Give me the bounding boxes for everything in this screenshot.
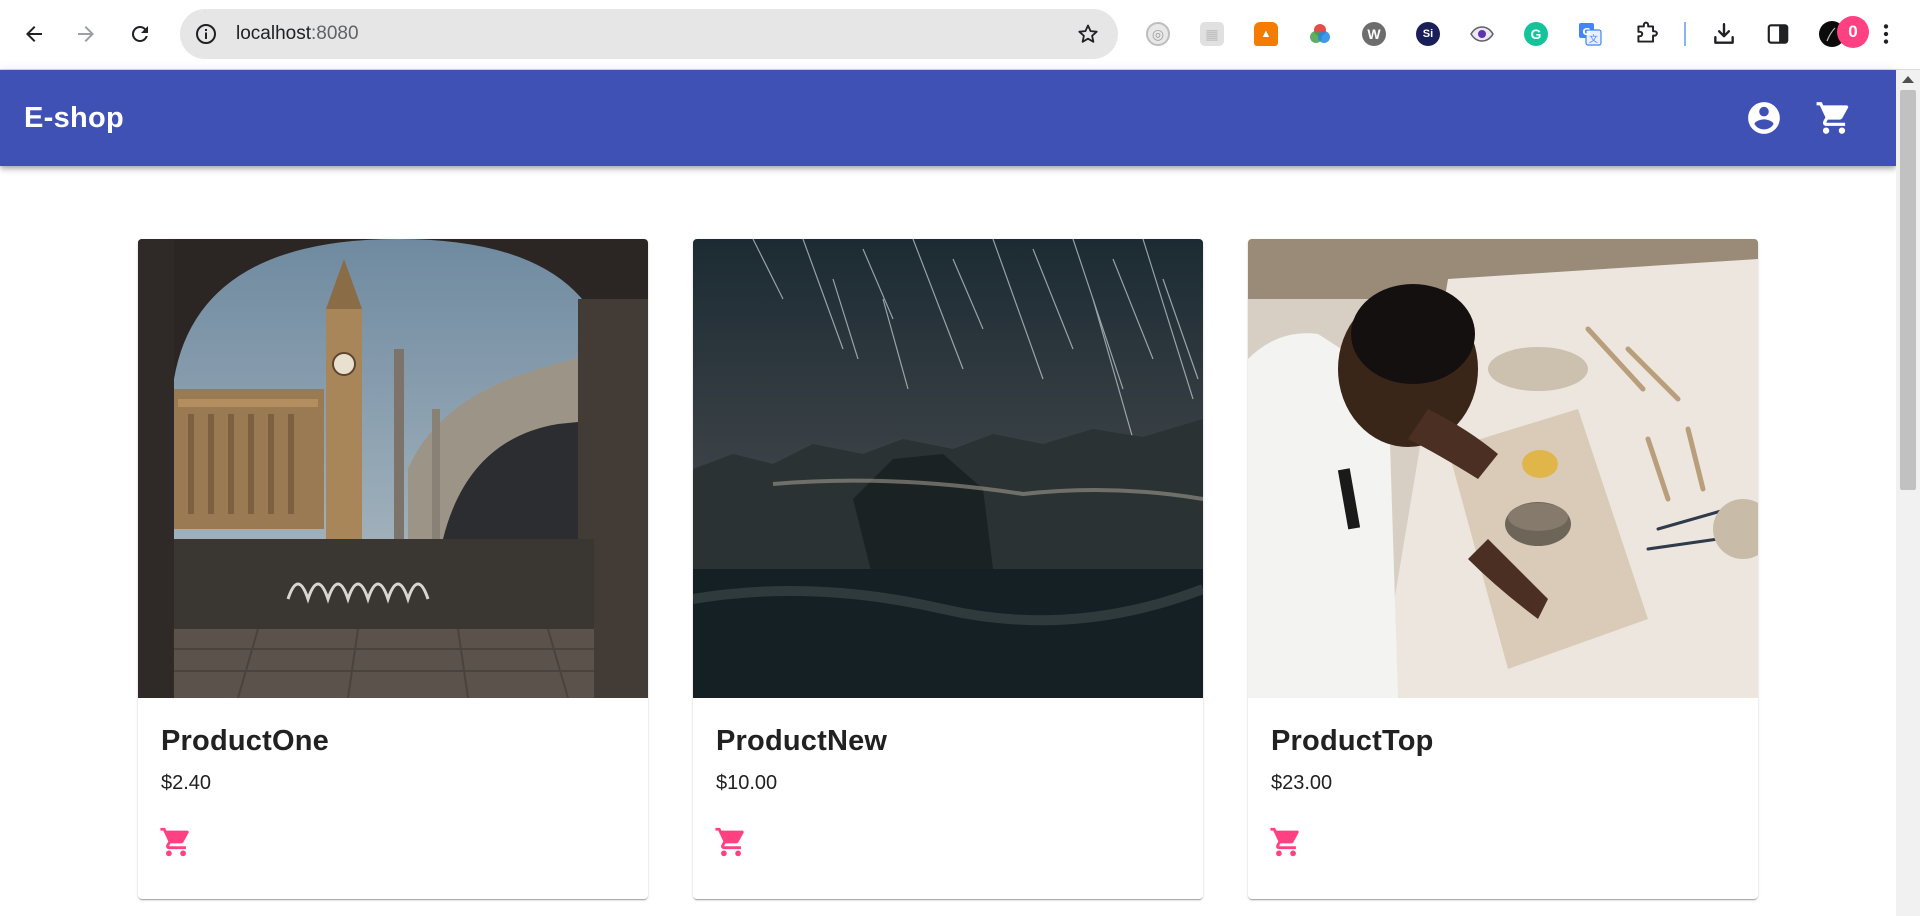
cart-count-badge: 0 <box>1837 16 1869 48</box>
address-bar[interactable]: localhost:8080 <box>180 9 1118 59</box>
download-icon[interactable] <box>1710 20 1738 48</box>
product-image[interactable] <box>1248 239 1758 698</box>
account-button[interactable] <box>1740 94 1788 142</box>
translate-extension-icon[interactable]: G文 <box>1576 20 1604 48</box>
product-name[interactable]: ProductTop <box>1271 725 1434 758</box>
side-panel-icon[interactable] <box>1764 20 1792 48</box>
back-arrow-icon <box>26 26 42 42</box>
product-image[interactable] <box>693 239 1203 698</box>
forward-button[interactable] <box>64 12 108 56</box>
add-to-cart-button[interactable] <box>1262 818 1310 866</box>
reload-button[interactable] <box>118 12 162 56</box>
product-card[interactable]: ProductOne $2.40 <box>138 239 648 899</box>
camera-extension-icon[interactable]: ◎ <box>1144 20 1172 48</box>
url-port: :8080 <box>311 23 359 44</box>
app-toolbar: E-shop <box>0 70 1896 166</box>
product-name[interactable]: ProductOne <box>161 725 329 758</box>
add-shopping-cart-icon <box>160 827 189 857</box>
page-scrollbar[interactable] <box>1896 70 1920 916</box>
product-card[interactable]: ProductNew $10.00 <box>693 239 1203 899</box>
bookmark-star-icon[interactable] <box>1076 22 1100 46</box>
product-price: $2.40 <box>161 772 212 794</box>
shopping-cart-icon <box>1816 102 1849 134</box>
si-extension-icon[interactable]: Si <box>1414 20 1442 48</box>
brand-title[interactable]: E-shop <box>24 70 124 166</box>
product-card[interactable]: ProductTop $23.00 <box>1248 239 1758 899</box>
account-circle-icon <box>1748 102 1780 134</box>
product-image[interactable] <box>138 239 648 698</box>
color-picker-extension-icon[interactable] <box>1306 20 1334 48</box>
wordtune-extension-icon[interactable]: W <box>1360 20 1388 48</box>
scroll-up-arrow-icon[interactable] <box>1902 76 1914 83</box>
eye-extension-icon[interactable] <box>1468 20 1496 48</box>
site-info-icon[interactable] <box>194 22 218 46</box>
cart-button[interactable] <box>1810 94 1858 142</box>
add-to-cart-button[interactable] <box>152 818 200 866</box>
svg-text:文: 文 <box>1589 33 1598 45</box>
add-shopping-cart-icon <box>1270 827 1299 857</box>
grammarly-extension-icon[interactable]: G <box>1522 20 1550 48</box>
product-price: $10.00 <box>716 772 778 794</box>
forward-arrow-icon <box>78 26 94 42</box>
extensions-puzzle-icon[interactable] <box>1632 20 1660 48</box>
scrollbar-thumb[interactable] <box>1900 90 1916 490</box>
screenshot-extension-icon[interactable]: ▦ <box>1198 20 1226 48</box>
product-price: $23.00 <box>1271 772 1333 794</box>
reload-icon <box>131 25 148 42</box>
product-grid: ProductOne $2.40 ProductNew $10.00 Produ… <box>138 239 1758 916</box>
toolbar-separator <box>1684 22 1686 46</box>
url-host: localhost <box>236 23 311 44</box>
browser-menu-icon[interactable] <box>1872 20 1900 48</box>
browser-toolbar: localhost:8080 ◎ ▦ ▲ W Si G G文 <box>0 0 1920 70</box>
tag-extension-icon[interactable]: ▲ <box>1252 20 1280 48</box>
back-button[interactable] <box>12 12 56 56</box>
add-to-cart-button[interactable] <box>707 818 755 866</box>
product-name[interactable]: ProductNew <box>716 725 887 758</box>
url-text[interactable]: localhost:8080 <box>236 9 359 59</box>
add-shopping-cart-icon <box>715 827 744 857</box>
